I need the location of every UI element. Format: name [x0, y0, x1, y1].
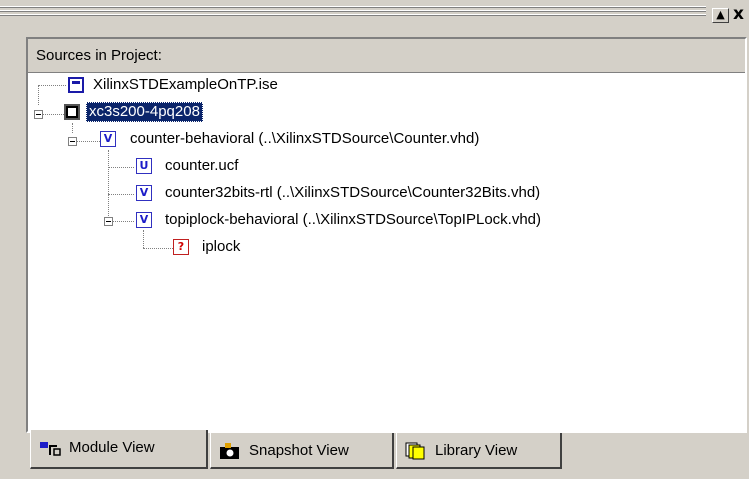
module-view-icon [40, 442, 61, 456]
panel-header: Sources in Project: [28, 39, 745, 73]
collapse-counter-toggle[interactable] [68, 137, 77, 146]
unknown-file-icon: ? [173, 239, 189, 255]
camera-icon [220, 443, 239, 459]
ise-project-icon [68, 77, 84, 93]
chip-icon [64, 104, 80, 120]
tab-module-view[interactable]: Module View [30, 430, 208, 469]
tab-snapshot-view[interactable]: Snapshot View [210, 433, 394, 469]
toolbar-gripper[interactable] [0, 6, 706, 20]
sources-tree[interactable]: XilinxSTDExampleOnTP.ise xc3s200-4pq208 … [28, 75, 745, 431]
tab-label: Library View [435, 442, 518, 459]
sources-panel: Sources in Project: XilinxSTDExampleOnTP… [26, 37, 747, 433]
tree-item-label: XilinxSTDExampleOnTP.ise [93, 76, 278, 93]
scroll-up-button[interactable]: ▲ [712, 8, 729, 23]
collapse-chip-toggle[interactable] [34, 110, 43, 119]
tree-item-label: iplock [202, 238, 241, 255]
vhdl-file-icon: V [100, 131, 116, 147]
view-tabs: Module View Snapshot View Library View [26, 430, 566, 471]
tab-label: Module View [69, 439, 155, 456]
tree-item-label: xc3s200-4pq208 [86, 102, 203, 122]
library-icon [405, 442, 425, 460]
collapse-topiplock-toggle[interactable] [104, 217, 113, 226]
close-icon: x [733, 4, 744, 24]
tree-item-label: counter.ucf [165, 157, 239, 174]
tab-label: Snapshot View [249, 442, 349, 459]
scroll-up-icon: ▲ [716, 8, 725, 21]
tab-library-view[interactable]: Library View [396, 433, 562, 469]
vhdl-file-icon: V [136, 185, 152, 201]
vhdl-file-icon: V [136, 212, 152, 228]
tree-item-label: counter32bits-rtl (..\XilinxSTDSource\Co… [165, 184, 541, 201]
tree-item-label: topiplock-behavioral (..\XilinxSTDSource… [165, 211, 542, 228]
close-panel-button[interactable]: x [733, 5, 744, 23]
ucf-file-icon: U [136, 158, 152, 174]
tree-item-label: counter-behavioral (..\XilinxSTDSource\C… [130, 130, 480, 147]
